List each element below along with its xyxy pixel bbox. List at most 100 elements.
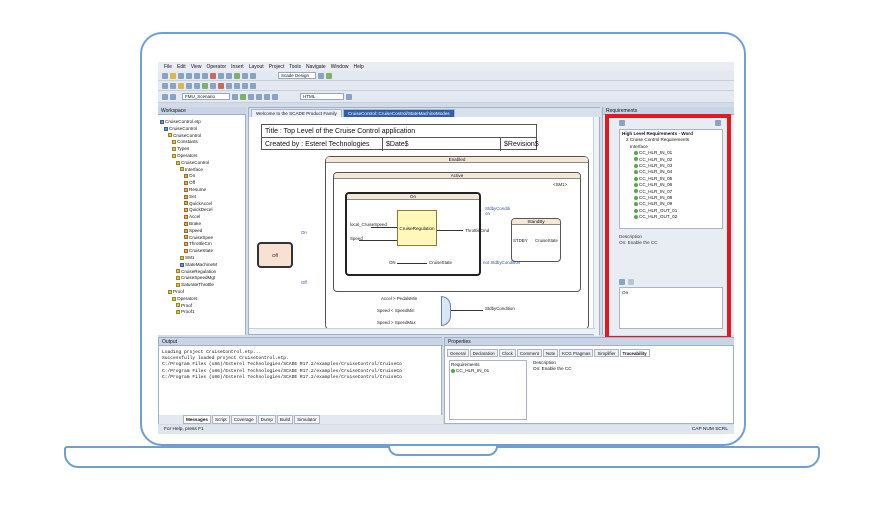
tab-dump[interactable]: Dump: [257, 415, 276, 424]
tab-traceability[interactable]: Traceability: [619, 349, 650, 357]
tree-item[interactable]: Resume: [160, 187, 244, 194]
menu-help[interactable]: Help: [353, 64, 363, 70]
tab-comment[interactable]: Comment: [516, 349, 542, 357]
distribute-icon[interactable]: [242, 82, 248, 89]
table-icon[interactable]: [256, 93, 262, 100]
req-list-item[interactable]: CC_HLR_IN_01: [451, 368, 525, 374]
tree-item[interactable]: Off: [160, 180, 244, 187]
simulate-icon[interactable]: [210, 82, 216, 89]
tree-item[interactable]: Proof: [160, 303, 244, 310]
menu-tools[interactable]: Tools: [289, 64, 301, 70]
menu-edit[interactable]: Edit: [177, 64, 186, 70]
cruise-regulation-block[interactable]: CruiseRegulation: [397, 210, 437, 246]
tab-declaration[interactable]: Declaration: [469, 349, 498, 357]
tab-kcg-pragmas[interactable]: KCG Pragmas: [559, 349, 594, 357]
tree-item[interactable]: Accel: [160, 214, 244, 221]
tree-item[interactable]: CruiseControl.etp: [160, 119, 244, 126]
paste-icon[interactable]: [202, 72, 208, 79]
back-icon[interactable]: [162, 93, 168, 100]
export-icon[interactable]: [346, 93, 352, 100]
state-off[interactable]: Off: [257, 242, 293, 268]
link-icon[interactable]: [170, 82, 176, 89]
run-icon[interactable]: [326, 72, 332, 79]
tab-simulator[interactable]: Simulator: [294, 415, 320, 424]
menu-view[interactable]: View: [191, 64, 202, 70]
tree-item[interactable]: CruiseState: [160, 248, 244, 255]
tree-item[interactable]: Operators: [160, 296, 244, 303]
tree-item[interactable]: SaturateThrottle: [160, 282, 244, 289]
tab-messages[interactable]: Messages: [183, 415, 211, 424]
menu-navigate[interactable]: Navigate: [306, 64, 326, 70]
menu-file[interactable]: File: [164, 64, 172, 70]
zoom-icon[interactable]: [242, 72, 248, 79]
tree-item[interactable]: Speed: [160, 228, 244, 235]
tab-note[interactable]: Note: [542, 349, 559, 357]
transition-icon[interactable]: [186, 82, 192, 89]
tree-item[interactable]: QuickAccel: [160, 201, 244, 208]
tree-item[interactable]: Operators: [160, 153, 244, 160]
delete-icon[interactable]: [210, 72, 216, 79]
check-icon[interactable]: [234, 72, 240, 79]
tree-item[interactable]: Proof: [160, 289, 244, 296]
html-combo[interactable]: HTML: [300, 93, 344, 100]
save-icon[interactable]: [178, 72, 184, 79]
editor-vertical-scrollbar[interactable]: [593, 117, 599, 336]
tree-item[interactable]: CruiseSpee: [160, 235, 244, 242]
build-icon[interactable]: [202, 82, 208, 89]
redo-icon[interactable]: [226, 72, 232, 79]
pause-icon[interactable]: [248, 93, 254, 100]
tree-item[interactable]: ThrottleCm: [160, 241, 244, 248]
tab-general[interactable]: General: [447, 349, 469, 357]
tree-item[interactable]: Proof1: [160, 309, 244, 316]
tree-item[interactable]: QuickDecel: [160, 207, 244, 214]
copy-icon[interactable]: [194, 72, 200, 79]
tab-simplifier[interactable]: Simplifier: [594, 349, 619, 357]
undo-icon[interactable]: [218, 72, 224, 79]
tree-item[interactable]: StateMachineM: [160, 262, 244, 269]
diagram-canvas[interactable]: Title : Top Level of the Cruise Control …: [253, 120, 593, 330]
editor-horizontal-scrollbar[interactable]: [249, 328, 595, 334]
design-combo[interactable]: Scade Design: [278, 72, 316, 79]
tree-item[interactable]: Brake: [160, 221, 244, 228]
tree-item[interactable]: Types: [160, 146, 244, 153]
tree-item[interactable]: CruiseControl: [160, 160, 244, 167]
tab-script[interactable]: Script: [211, 415, 230, 424]
tree-item[interactable]: CruiseSpeedMgt: [160, 275, 244, 282]
tree-item[interactable]: CruiseRegulation: [160, 269, 244, 276]
tab-coverage[interactable]: Coverage: [230, 415, 257, 424]
tree-item[interactable]: Set: [160, 194, 244, 201]
chart-icon[interactable]: [264, 93, 270, 100]
grid-icon[interactable]: [250, 72, 256, 79]
report-icon[interactable]: [272, 93, 278, 100]
align-icon[interactable]: [234, 82, 240, 89]
pointer-icon[interactable]: [162, 82, 168, 89]
tree-item[interactable]: On: [160, 173, 244, 180]
state-icon[interactable]: [178, 82, 184, 89]
record-icon[interactable]: [232, 93, 238, 100]
step-icon[interactable]: [226, 82, 232, 89]
menu-window[interactable]: Window: [331, 64, 349, 70]
open-folder-icon[interactable]: [170, 72, 176, 79]
tree-item[interactable]: CruiseControl: [160, 126, 244, 133]
menu-project[interactable]: Project: [269, 64, 285, 70]
tab-welcome[interactable]: Welcome to the SCADE Product Family: [251, 109, 342, 117]
menu-layout[interactable]: Layout: [249, 64, 264, 70]
text-icon[interactable]: [194, 82, 200, 89]
new-file-icon[interactable]: [162, 72, 168, 79]
tree-item[interactable]: Constants: [160, 139, 244, 146]
tree-item[interactable]: SM1: [160, 255, 244, 262]
forward-icon[interactable]: [170, 93, 176, 100]
tab-clock[interactable]: Clock: [498, 349, 516, 357]
menu-insert[interactable]: Insert: [231, 64, 244, 70]
play-icon[interactable]: [240, 93, 246, 100]
menu-operator[interactable]: Operator: [206, 64, 226, 70]
group-icon[interactable]: [250, 82, 256, 89]
tab-state-machine[interactable]: CruiseControl::CruiseControl/StateMachin…: [342, 109, 455, 117]
cut-icon[interactable]: [186, 72, 192, 79]
tab-build[interactable]: Build: [276, 415, 294, 424]
tree-item[interactable]: CruiseControl: [160, 133, 244, 140]
scenario-combo[interactable]: FMU_Scenario: [182, 93, 230, 100]
stop-icon[interactable]: [218, 82, 224, 89]
tree-item[interactable]: Interface: [160, 167, 244, 174]
layout-icon[interactable]: [318, 72, 324, 79]
